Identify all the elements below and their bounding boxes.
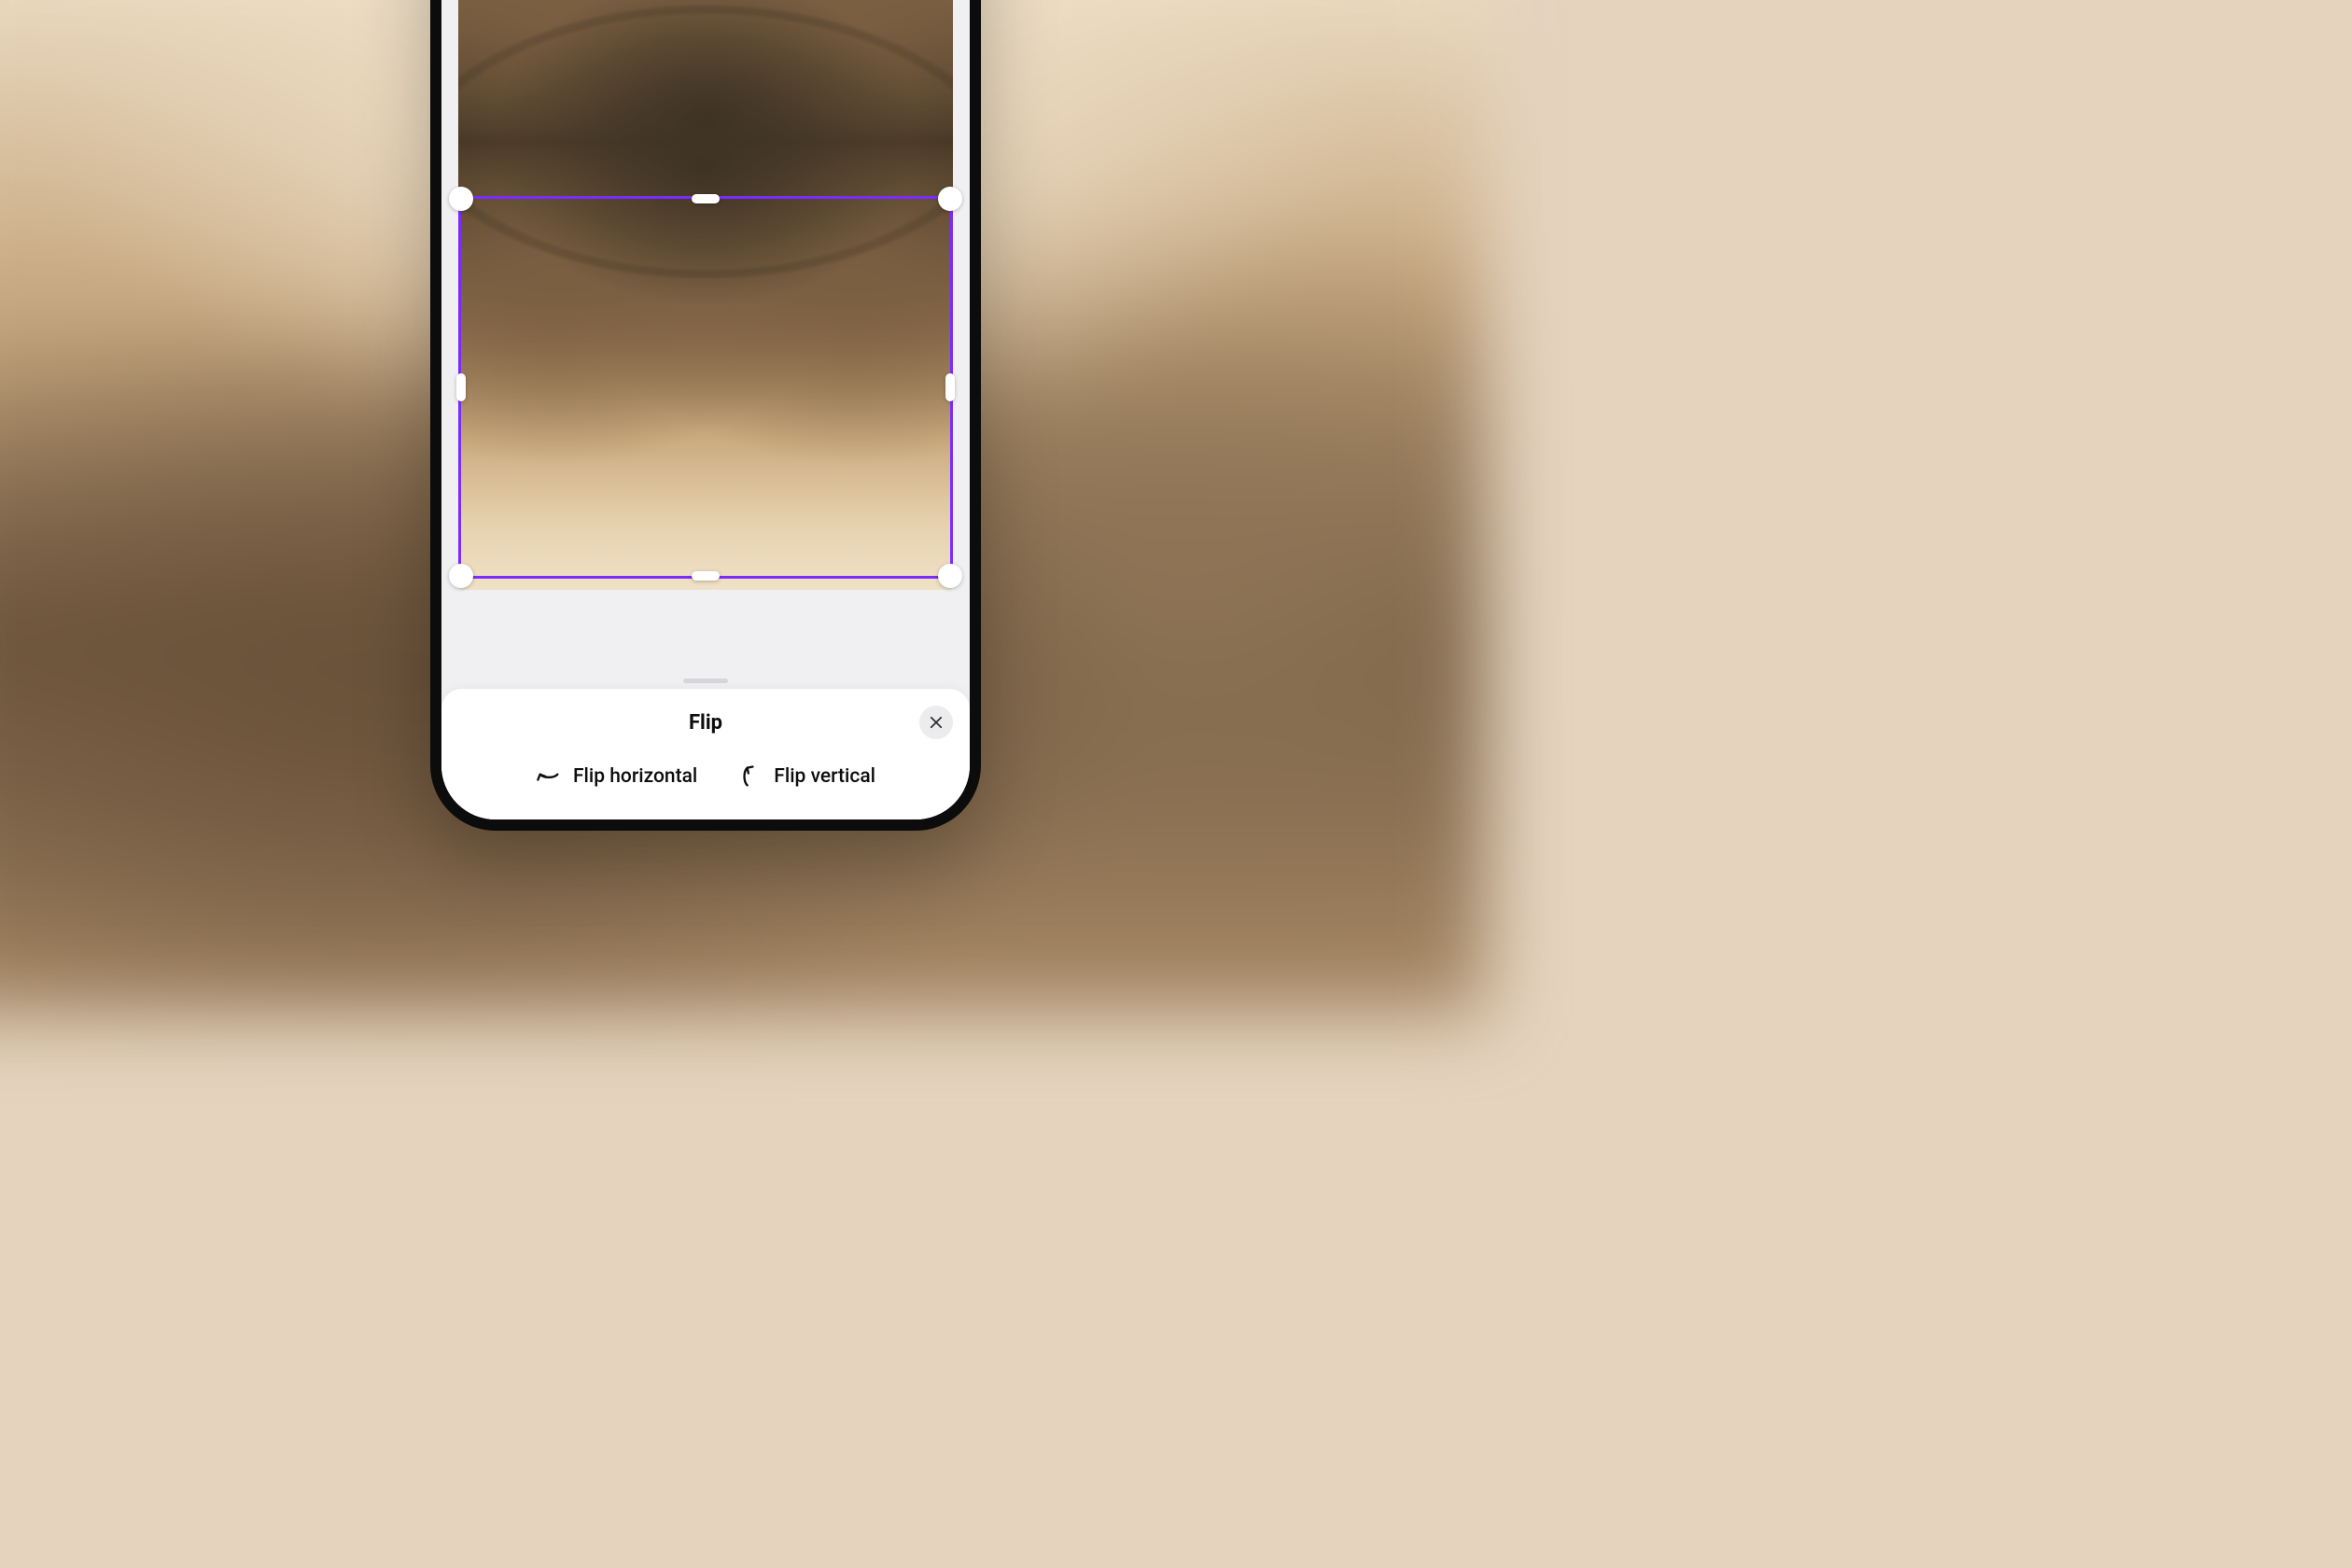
flip-horizontal-label: Flip horizontal [573,765,697,788]
phone-screen: Flip Flip horizontal [441,0,970,819]
flip-horizontal-icon [536,763,562,790]
resize-handle-top-left[interactable] [449,187,473,211]
flip-vertical-button[interactable]: Flip vertical [733,758,879,795]
resize-handle-bottom-left[interactable] [449,564,473,588]
phone-mockup: Flip Flip horizontal [430,0,981,831]
resize-handle-right[interactable] [945,373,955,401]
close-button[interactable] [919,706,953,739]
flip-sheet: Flip Flip horizontal [441,689,970,819]
resize-handle-bottom-right[interactable] [938,564,962,588]
sheet-title: Flip [689,711,722,735]
resize-handle-top-right[interactable] [938,187,962,211]
editor-canvas[interactable] [441,0,970,669]
resize-handle-top[interactable] [692,194,720,203]
desert-photo [458,0,953,142]
canvas-image-original[interactable] [458,0,953,142]
flip-horizontal-button[interactable]: Flip horizontal [532,758,701,795]
flip-vertical-label: Flip vertical [774,765,875,788]
close-icon [928,714,945,731]
desert-photo-flipped [458,142,953,590]
flip-vertical-icon [736,763,763,790]
resize-handle-bottom[interactable] [692,571,720,581]
canvas-image-flipped[interactable] [458,142,953,590]
sheet-grabber[interactable] [683,679,728,683]
flip-actions-row: Flip horizontal Flip vertical [458,758,953,795]
sheet-header: Flip [458,704,953,741]
resize-handle-left[interactable] [456,373,466,401]
canvas-image-stack [458,0,953,590]
